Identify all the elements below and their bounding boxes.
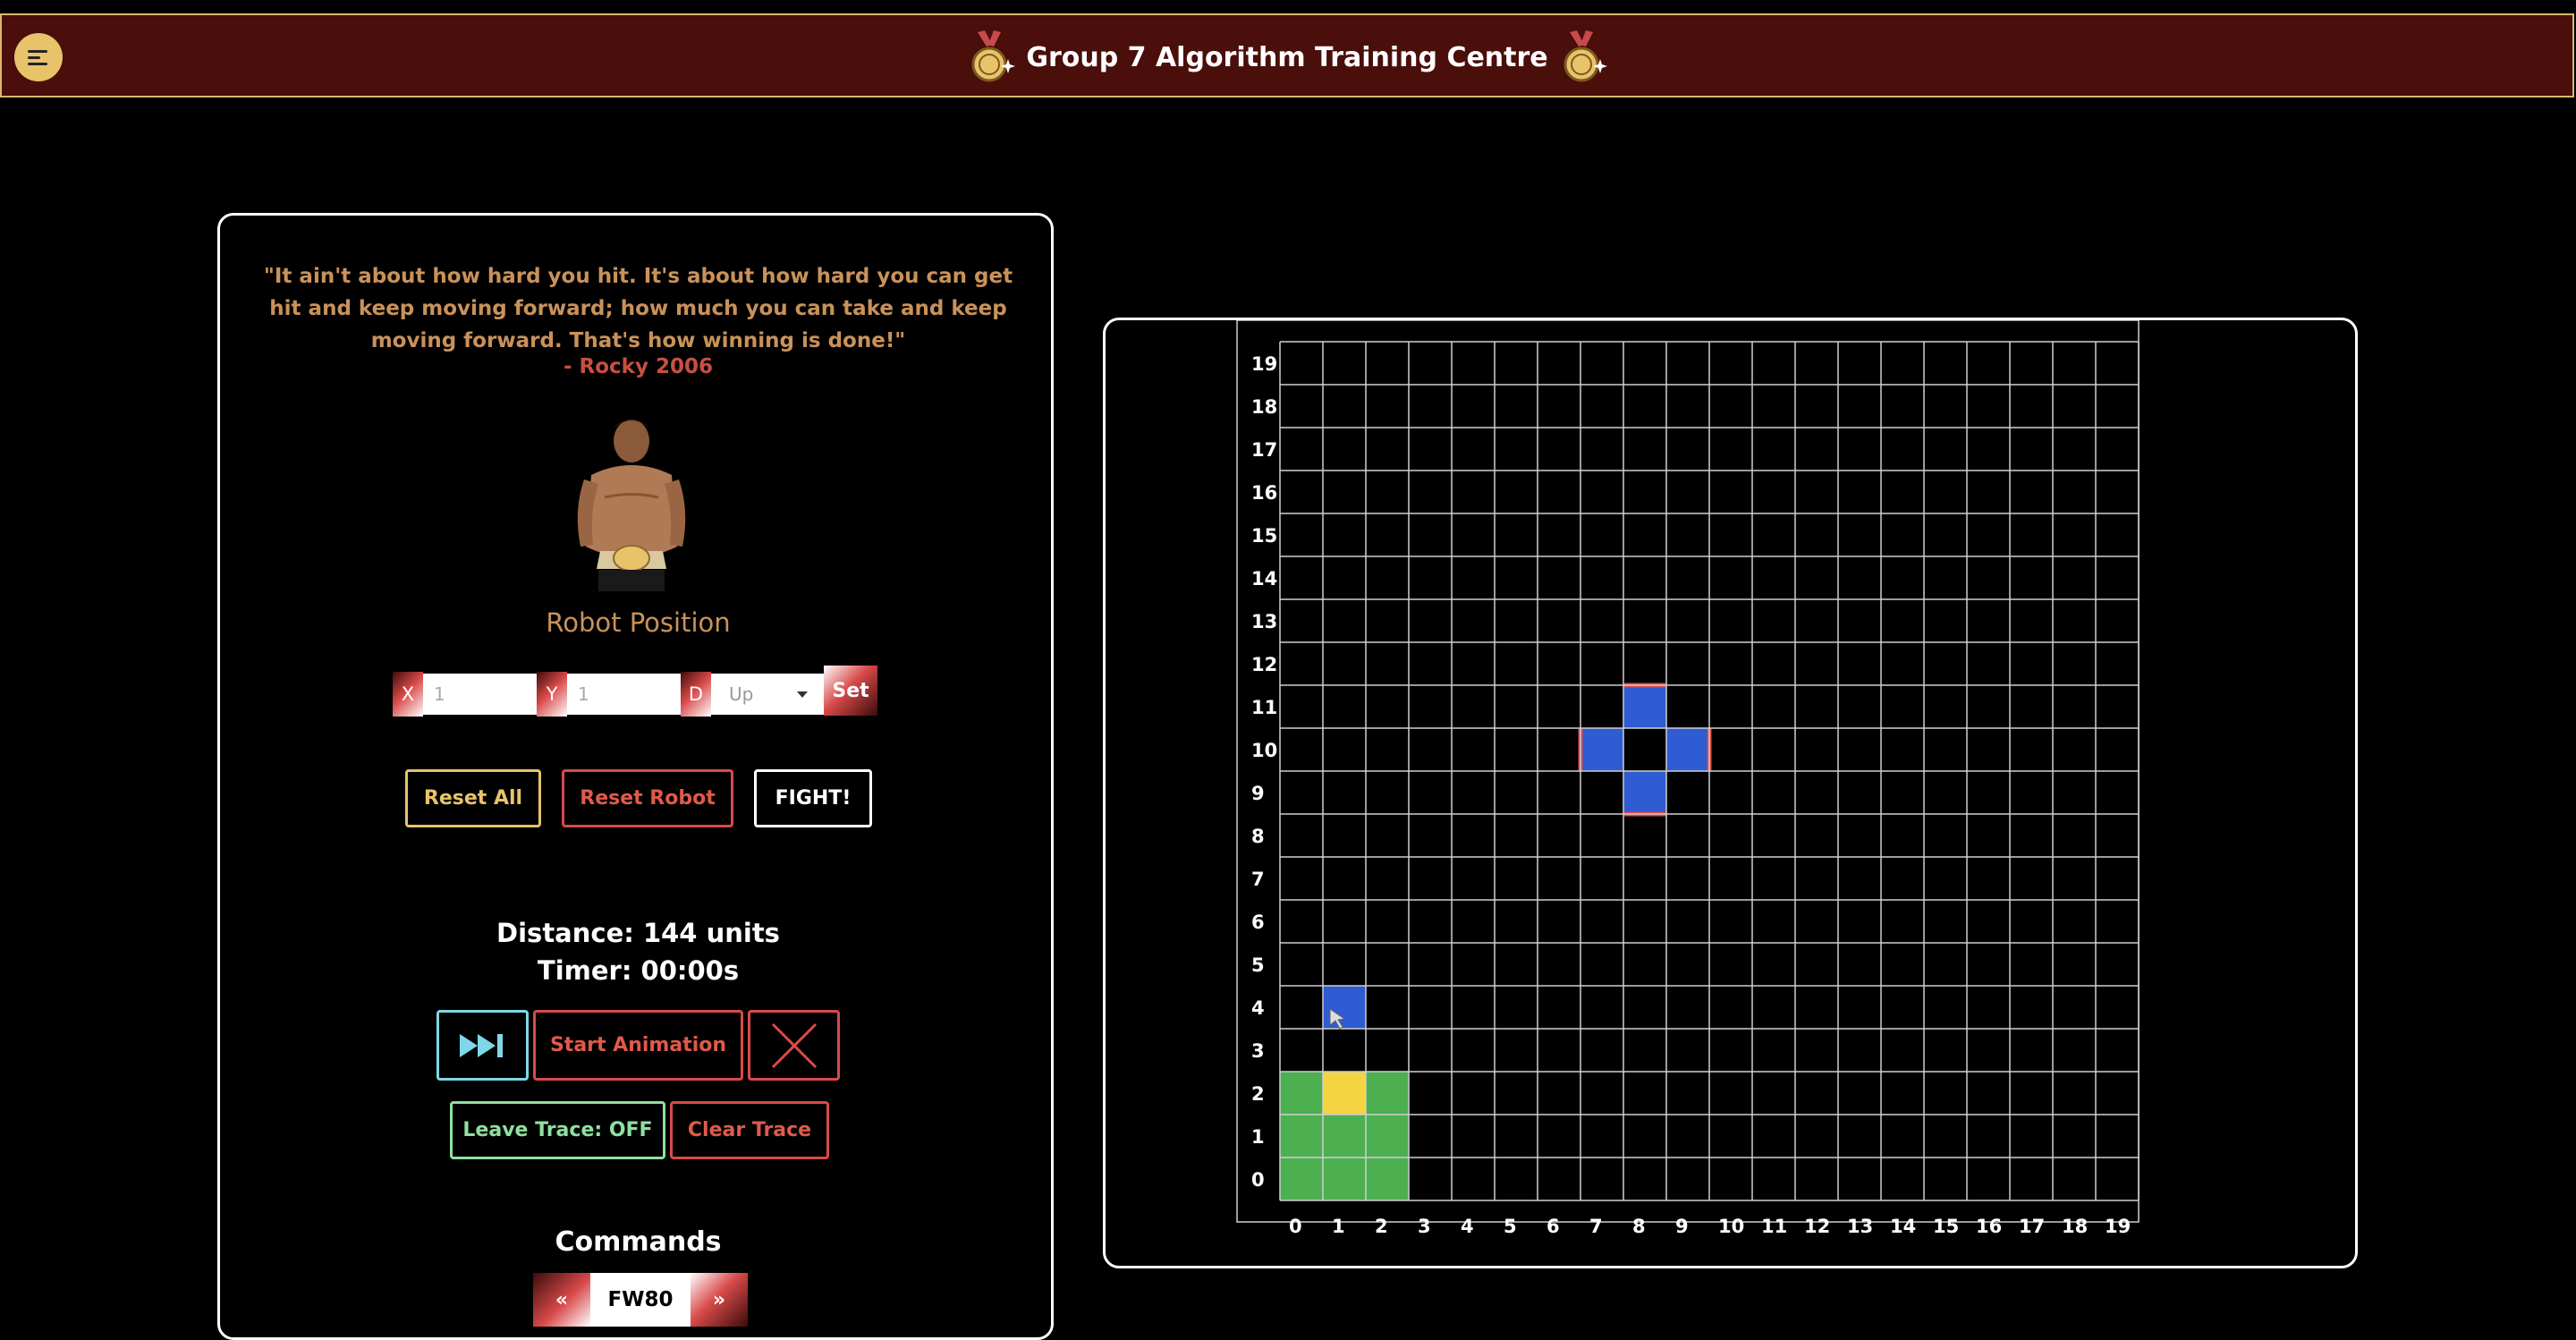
y-axis-label: 15 <box>1251 525 1277 547</box>
commands-title: Commands <box>555 1226 722 1258</box>
y-axis-label: 1 <box>1251 1126 1265 1148</box>
x-axis-label: 12 <box>1804 1216 1830 1237</box>
y-axis-label: 14 <box>1251 568 1277 589</box>
x-axis-label: 17 <box>2019 1216 2045 1237</box>
obstacle[interactable] <box>1666 728 1709 771</box>
y-axis-label: 16 <box>1251 482 1277 504</box>
robot-cell <box>1323 1158 1366 1200</box>
robot-cell <box>1366 1072 1409 1115</box>
quote-author: - Rocky 2006 <box>563 355 713 378</box>
x-axis-label: 0 <box>1289 1216 1302 1237</box>
x-axis-label: 13 <box>1847 1216 1873 1237</box>
leave-trace-toggle[interactable]: Leave Trace: OFF <box>450 1101 665 1159</box>
y-axis-label: 11 <box>1251 697 1277 718</box>
command-navigator: « FW80 » <box>533 1273 748 1327</box>
x-axis-label: 9 <box>1675 1216 1689 1237</box>
arena-grid[interactable]: 0123456789101112131415161718190 1 2 3 4 5 6 7 8 9… <box>1106 320 2355 1266</box>
x-axis-label: 1 <box>1332 1216 1345 1237</box>
x-axis-label: 5 <box>1504 1216 1517 1237</box>
timer-text: Timer: 00:00s <box>537 955 740 986</box>
x-input[interactable]: 1 <box>423 674 537 715</box>
medal-icon <box>971 30 1016 82</box>
y-axis-label: 19 <box>1251 353 1277 375</box>
x-axis-label: 8 <box>1632 1216 1646 1237</box>
reset-all-button[interactable]: Reset All <box>405 769 541 827</box>
obstacle[interactable] <box>1623 685 1666 728</box>
x-axis-label: 6 <box>1546 1216 1560 1237</box>
obstacle[interactable] <box>1323 986 1366 1029</box>
direction-select[interactable]: Up <box>711 674 824 715</box>
y-axis-label: 6 <box>1251 912 1265 933</box>
boxer-image <box>577 420 686 591</box>
current-command: FW80 <box>590 1273 691 1327</box>
y-axis-label: 10 <box>1251 740 1277 761</box>
x-axis-label: 18 <box>2062 1216 2088 1237</box>
x-axis-label: 2 <box>1375 1216 1388 1237</box>
clear-trace-button[interactable]: Clear Trace <box>670 1101 829 1159</box>
robot-cell <box>1366 1158 1409 1200</box>
robot-position-form: X 1 Y 1 D Up Set <box>393 666 877 717</box>
set-button[interactable]: Set <box>824 666 877 716</box>
y-axis-label: 8 <box>1251 826 1265 847</box>
x-axis-label: 15 <box>1933 1216 1959 1237</box>
x-axis-label: 19 <box>2105 1216 2131 1237</box>
x-axis-label: 10 <box>1718 1216 1744 1237</box>
x-axis-label: 4 <box>1461 1216 1474 1237</box>
y-axis-label: 9 <box>1251 783 1265 804</box>
d-label: D <box>681 672 711 717</box>
direction-value: Up <box>729 683 754 705</box>
control-panel: "It ain't about how hard you hit. It's a… <box>217 213 1054 1340</box>
y-label: Y <box>537 672 567 717</box>
robot-cell <box>1280 1158 1323 1200</box>
fight-button[interactable]: FIGHT! <box>754 769 872 827</box>
y-axis-label: 0 <box>1251 1169 1265 1191</box>
fast-forward-icon <box>459 1033 503 1057</box>
start-animation-button[interactable]: Start Animation <box>533 1010 743 1081</box>
x-label: X <box>393 672 423 717</box>
robot-head <box>1323 1072 1366 1115</box>
y-axis-label: 17 <box>1251 439 1277 461</box>
y-axis-label: 5 <box>1251 954 1265 976</box>
x-axis-label: 14 <box>1890 1216 1916 1237</box>
y-axis-label: 12 <box>1251 654 1277 675</box>
app-title: Group 7 Algorithm Training Centre <box>1026 41 1548 73</box>
y-axis-label: 4 <box>1251 997 1265 1019</box>
x-icon <box>771 1022 817 1068</box>
x-axis-label: 3 <box>1418 1216 1431 1237</box>
y-axis-label: 2 <box>1251 1083 1265 1105</box>
rocky-quote: "It ain't about how hard you hit. It's a… <box>263 265 1013 352</box>
y-axis-label: 13 <box>1251 611 1277 632</box>
top-bar: Group 7 Algorithm Training Centre <box>0 13 2574 98</box>
y-input[interactable]: 1 <box>567 674 681 715</box>
robot-cell <box>1366 1115 1409 1158</box>
robot-cell <box>1280 1072 1323 1115</box>
y-axis-label: 3 <box>1251 1040 1265 1062</box>
obstacle[interactable] <box>1623 771 1666 814</box>
arena-panel: 0 1 2 3 4 5 6 7 8 9 10 11 12 13 14 15 16 17 18 19 0 1 2 3 4 5 6 7 8 9… <box>1103 318 2358 1268</box>
obstacle[interactable] <box>1580 728 1623 771</box>
x-axis-label: 16 <box>1976 1216 2002 1237</box>
distance-text: Distance: 144 units <box>496 918 780 948</box>
robot-position-title: Robot Position <box>546 607 731 638</box>
next-command-button[interactable]: » <box>691 1273 748 1327</box>
robot-cell <box>1323 1115 1366 1158</box>
chevron-down-icon <box>797 691 808 698</box>
y-axis-label: 18 <box>1251 396 1277 418</box>
skip-button[interactable] <box>436 1010 529 1081</box>
stop-button[interactable] <box>748 1010 840 1081</box>
medal-icon <box>1563 30 1607 82</box>
reset-robot-button[interactable]: Reset Robot <box>562 769 733 827</box>
prev-command-button[interactable]: « <box>533 1273 590 1327</box>
y-axis-label: 7 <box>1251 869 1265 890</box>
x-axis-label: 7 <box>1589 1216 1603 1237</box>
x-axis-label: 11 <box>1761 1216 1787 1237</box>
robot-cell <box>1280 1115 1323 1158</box>
